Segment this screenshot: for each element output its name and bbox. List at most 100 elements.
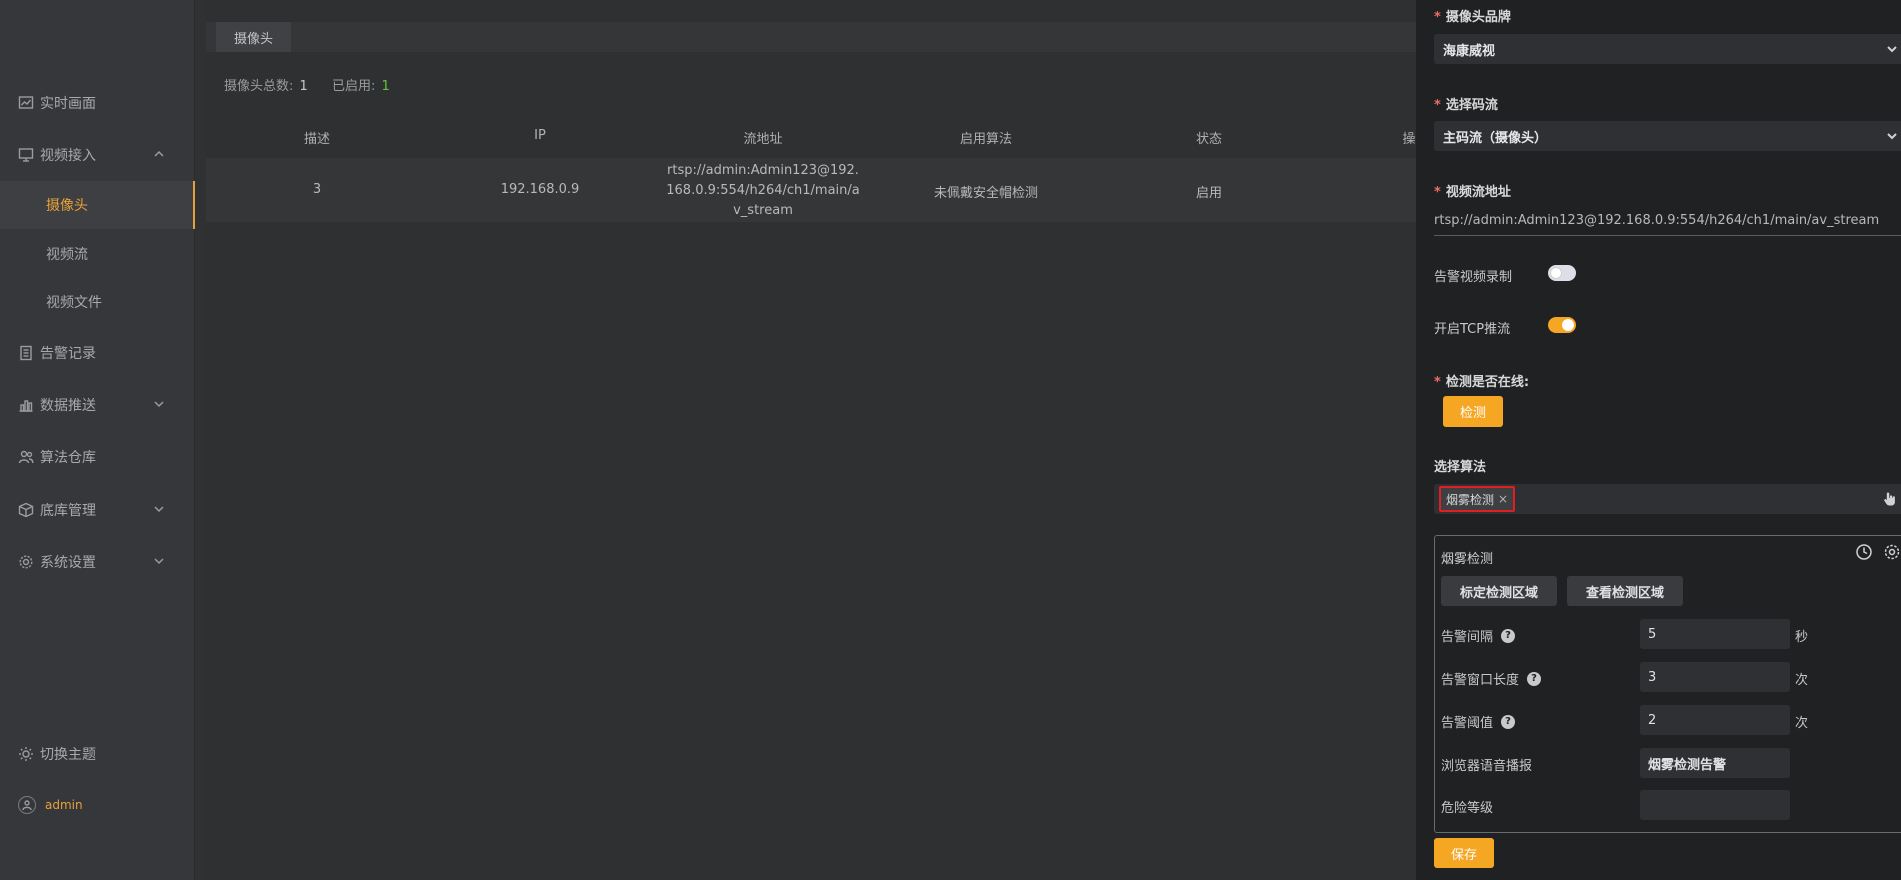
total-label: 摄像头总数: <box>224 79 294 94</box>
alarm-threshold-row-label: 告警阈值 ? <box>1441 712 1516 731</box>
alarm-threshold-input[interactable]: 2 <box>1640 705 1790 735</box>
brand-label-text: 摄像头品牌 <box>1445 10 1511 25</box>
sidebar-item-label: 告警记录 <box>40 346 96 362</box>
sidebar-item-video-file[interactable]: 视频文件 <box>0 282 195 322</box>
column-header: 流地址 <box>743 132 783 147</box>
box-icon <box>18 502 34 518</box>
alarm-threshold-unit: 次 <box>1795 716 1809 731</box>
main-content: 摄像头 摄像头总数: 1 已启用: 1 描述 IP 流地址 启用算法 状态 操 … <box>206 0 1416 880</box>
check-online-button[interactable]: 检测 <box>1443 396 1503 427</box>
avatar <box>18 796 36 814</box>
online-check-label: * 检测是否在线: <box>1434 375 1530 390</box>
alarm-interval-input[interactable]: 5 <box>1640 619 1790 649</box>
alarm-record-toggle[interactable] <box>1548 265 1576 281</box>
sidebar-item-label: 系统设置 <box>40 555 96 571</box>
algorithm-label: 选择算法 <box>1434 460 1487 475</box>
sidebar-item-system-settings[interactable]: 系统设置 <box>0 542 195 582</box>
sidebar-item-label: 视频流 <box>46 247 88 263</box>
algorithm-select[interactable]: 烟雾检测 × <box>1434 484 1901 514</box>
stream-type-label-text: 选择码流 <box>1445 98 1498 113</box>
help-icon[interactable]: ? <box>1501 628 1516 643</box>
sidebar-item-video-stream[interactable]: 视频流 <box>0 234 195 274</box>
danger-level-input[interactable] <box>1640 790 1790 820</box>
table-row[interactable]: 3 192.168.0.9 rtsp://admin:Admin123@192.… <box>206 158 1416 222</box>
alarm-window-unit: 次 <box>1795 673 1809 688</box>
column-header: 操 <box>1402 132 1416 147</box>
pointer-hand-icon <box>1882 491 1898 507</box>
cell-desc: 3 <box>312 182 322 197</box>
user-name: admin <box>45 798 83 812</box>
help-icon[interactable]: ? <box>1527 671 1542 686</box>
brand-label: * 摄像头品牌 <box>1434 10 1511 25</box>
alarm-interval-row-label: 告警间隔 ? <box>1441 626 1516 645</box>
sidebar-item-label: 算法仓库 <box>40 450 96 466</box>
chevron-down-icon <box>1886 43 1898 55</box>
user-menu[interactable]: admin <box>0 785 195 825</box>
column-header: 启用算法 <box>959 132 1013 147</box>
sidebar-item-alarm-record[interactable]: 告警记录 <box>0 333 195 373</box>
chart-icon <box>18 95 34 111</box>
sidebar-item-data-push[interactable]: 数据推送 <box>0 385 195 425</box>
sidebar-item-algorithm-store[interactable]: 算法仓库 <box>0 437 195 477</box>
alarm-window-row-label: 告警窗口长度 ? <box>1441 669 1542 688</box>
stream-type-value: 主码流（摄像头） <box>1443 130 1548 146</box>
tcp-push-toggle[interactable] <box>1548 317 1576 333</box>
algorithm-config-box: 烟雾检测 标定检测区域 查看检测区域 告警间隔 ? 5 秒 告警窗口长度 ? 3… <box>1434 535 1901 833</box>
alarm-interval-unit: 秒 <box>1795 630 1809 645</box>
clock-icon[interactable] <box>1855 543 1873 561</box>
sidebar-item-camera[interactable]: 摄像头 <box>0 181 195 229</box>
column-header: IP <box>534 128 546 143</box>
close-icon[interactable]: × <box>1498 492 1508 506</box>
cell-ip: 192.168.0.9 <box>500 182 580 197</box>
tab-camera[interactable]: 摄像头 <box>216 22 292 52</box>
set-detection-area-button[interactable]: 标定检测区域 <box>1441 576 1557 606</box>
settings-gear-icon[interactable] <box>1883 543 1901 561</box>
sun-icon <box>18 746 34 762</box>
help-icon[interactable]: ? <box>1501 714 1516 729</box>
alarm-threshold-label: 告警阈值 <box>1441 716 1494 731</box>
monitor-icon <box>18 147 34 163</box>
sidebar-item-video-input[interactable]: 视频接入 <box>0 135 195 175</box>
sidebar-item-label: 视频文件 <box>46 295 102 311</box>
chevron-down-icon <box>153 398 165 410</box>
stream-url-line: 168.0.9:554/h264/ch1/main/a <box>666 183 860 198</box>
sidebar-item-realtime[interactable]: 实时画面 <box>0 83 195 123</box>
selected-algorithm-tag: 烟雾检测 × <box>1439 486 1516 512</box>
theme-switch[interactable]: 切换主题 <box>0 734 195 774</box>
brand-select[interactable]: 海康威视 <box>1434 34 1901 64</box>
danger-level-label: 危险等级 <box>1441 801 1494 816</box>
gear-icon <box>18 554 34 570</box>
stream-type-label: * 选择码流 <box>1434 98 1498 113</box>
view-detection-area-button[interactable]: 查看检测区域 <box>1567 576 1683 606</box>
alarm-interval-label: 告警间隔 <box>1441 630 1494 645</box>
chevron-down-icon <box>1886 130 1898 142</box>
column-header: 描述 <box>303 132 331 147</box>
alarm-window-input[interactable]: 3 <box>1640 662 1790 692</box>
voice-broadcast-input[interactable]: 烟雾检测告警 <box>1640 748 1790 778</box>
voice-broadcast-label: 浏览器语音播报 <box>1441 759 1533 774</box>
tab-bar: 摄像头 <box>206 22 1416 52</box>
stream-url-input[interactable]: rtsp://admin:Admin123@192.168.0.9:554/h2… <box>1434 208 1901 236</box>
cell-algorithm: 未佩戴安全帽检测 <box>933 186 1039 201</box>
algorithm-config-title: 烟雾检测 <box>1441 552 1494 567</box>
algorithm-tag-label: 烟雾检测 <box>1446 492 1495 507</box>
column-header: 状态 <box>1195 132 1223 147</box>
chevron-down-icon <box>153 503 165 515</box>
total-value: 1 <box>299 79 308 94</box>
table-header: 描述 IP 流地址 启用算法 状态 操 <box>206 118 1416 158</box>
chevron-up-icon <box>153 148 165 160</box>
online-check-label-text: 检测是否在线: <box>1445 375 1530 390</box>
stream-url-line: v_stream <box>733 203 793 218</box>
stream-url-line: rtsp://admin:Admin123@192. <box>667 163 859 178</box>
sidebar: 实时画面 视频接入 摄像头 视频流 视频文件 告警记录 数据推送 算法仓库 底库… <box>0 0 195 880</box>
cell-status: 启用 <box>1195 186 1223 201</box>
alarm-record-label: 告警视频录制 <box>1434 270 1513 285</box>
sidebar-item-base-library[interactable]: 底库管理 <box>0 490 195 530</box>
stream-type-select[interactable]: 主码流（摄像头） <box>1434 121 1901 151</box>
sidebar-item-label: 视频接入 <box>40 148 96 164</box>
camera-stats: 摄像头总数: 1 已启用: 1 <box>224 75 410 94</box>
sidebar-item-label: 实时画面 <box>40 96 96 112</box>
sidebar-item-label: 数据推送 <box>40 398 96 414</box>
tcp-push-label: 开启TCP推流 <box>1434 322 1511 337</box>
save-button[interactable]: 保存 <box>1434 838 1494 868</box>
